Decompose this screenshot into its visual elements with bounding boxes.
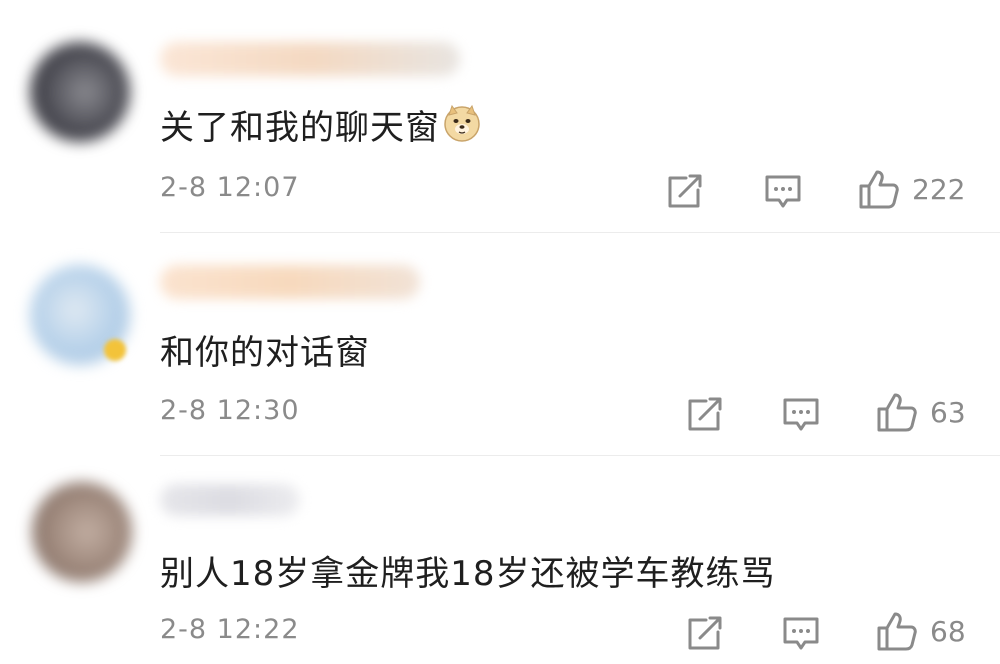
username-blurred[interactable] — [160, 265, 420, 299]
thumbs-up-icon — [859, 170, 899, 209]
comment-item: 和你的对话窗 2-8 12:30 63 — [0, 233, 1000, 455]
like-button[interactable]: 63 — [876, 391, 966, 433]
comment-icon — [783, 398, 819, 431]
reply-button[interactable] — [780, 612, 822, 654]
comment-item: 关了和我的聊天窗 2-8 12:07 222 — [0, 0, 1000, 232]
comment-text: 关了和我的聊天窗 — [160, 100, 482, 149]
comment-text: 和你的对话窗 — [160, 333, 370, 373]
share-button[interactable] — [684, 612, 726, 654]
reply-button[interactable] — [762, 170, 804, 212]
thumbs-up-icon — [877, 612, 917, 651]
share-icon — [668, 174, 702, 208]
comment-time: 2-8 12:30 — [160, 395, 300, 426]
like-button[interactable]: 222 — [858, 168, 965, 210]
share-button[interactable] — [684, 393, 726, 435]
username-blurred[interactable] — [160, 484, 300, 516]
share-icon — [688, 397, 722, 431]
avatar[interactable] — [32, 482, 132, 582]
like-count: 222 — [912, 172, 966, 206]
comment-item: 别人18岁拿金牌我18岁还被学车教练骂 2-8 12:22 68 — [0, 456, 1000, 664]
like-count: 68 — [930, 614, 966, 648]
like-count: 63 — [930, 395, 966, 429]
comment-text-label: 关了和我的聊天窗 — [160, 108, 440, 148]
like-button[interactable]: 68 — [876, 610, 966, 652]
comment-time: 2-8 12:07 — [160, 172, 300, 203]
comment-time: 2-8 12:22 — [160, 614, 300, 645]
share-icon — [688, 616, 722, 650]
comment-text: 别人18岁拿金牌我18岁还被学车教练骂 — [160, 554, 776, 594]
avatar-badge — [104, 339, 126, 361]
reply-button[interactable] — [780, 393, 822, 435]
thumbs-up-icon — [877, 393, 917, 432]
doge-emoji-icon — [442, 103, 482, 143]
comment-icon — [783, 617, 819, 650]
comment-icon — [765, 175, 801, 208]
avatar[interactable] — [30, 42, 130, 142]
username-blurred[interactable] — [160, 42, 460, 76]
share-button[interactable] — [664, 170, 706, 212]
